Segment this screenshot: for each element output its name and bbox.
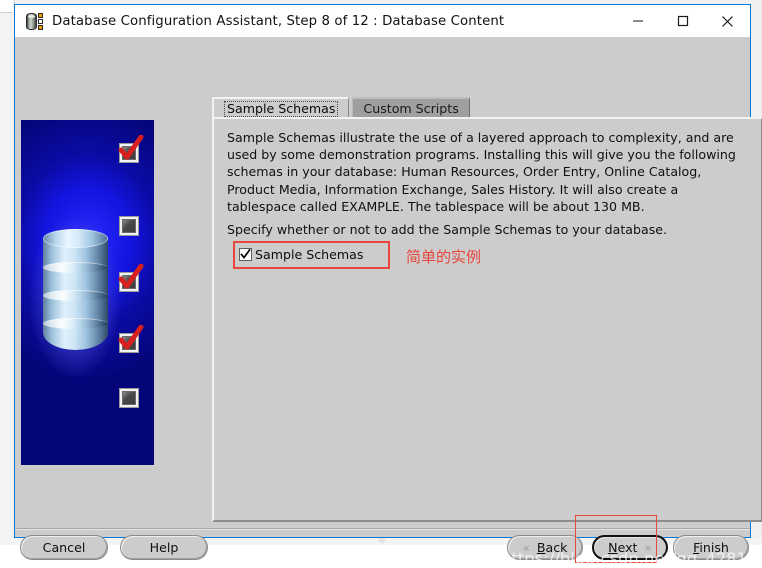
- database-cylinder-graphic: [43, 229, 108, 357]
- chevron-right-icon: »: [644, 540, 652, 555]
- database-icon: [26, 12, 43, 30]
- illustration-check-2: [119, 216, 139, 236]
- description-text: Sample Schemas illustrate the use of a l…: [227, 130, 736, 214]
- title-bar: Database Configuration Assistant, Step 8…: [15, 5, 750, 37]
- specify-text: Specify whether or not to add the Sample…: [227, 222, 668, 237]
- illustration-check-5: [119, 388, 139, 408]
- minimize-icon[interactable]: [615, 5, 660, 37]
- footer-separator: [15, 528, 750, 530]
- tab-custom-scripts[interactable]: Custom Scripts: [352, 97, 470, 118]
- desktop-strip-left: [0, 0, 15, 545]
- next-button[interactable]: Next »: [592, 535, 668, 560]
- illustration-check-3: [118, 264, 144, 292]
- window-title: Database Configuration Assistant, Step 8…: [52, 13, 505, 29]
- tab-sample-schemas[interactable]: Sample Schemas: [212, 97, 350, 118]
- checkbox-check-icon: [239, 248, 252, 261]
- finish-button[interactable]: Finish: [673, 535, 749, 560]
- wizard-illustration: [21, 120, 154, 465]
- back-button-label: Back: [536, 540, 568, 555]
- sample-schemas-checkbox[interactable]: Sample Schemas: [239, 247, 363, 262]
- illustration-check-1: [118, 135, 144, 163]
- help-button-label: Help: [149, 540, 179, 555]
- finish-button-label: Finish: [693, 540, 729, 555]
- chevron-left-icon: «: [522, 540, 530, 555]
- tab-panel-sample-schemas: Sample Schemas illustrate the use of a l…: [212, 117, 762, 522]
- close-icon[interactable]: [705, 5, 750, 37]
- client-area: Sample Schemas Custom Scripts Sample Sch…: [15, 37, 762, 568]
- annotation-note-chinese: 简单的实例: [406, 248, 482, 266]
- dbca-window: Database Configuration Assistant, Step 8…: [14, 4, 762, 568]
- next-button-label: Next: [608, 540, 638, 555]
- illustration-check-4: [118, 325, 144, 353]
- tab-sample-schemas-label: Sample Schemas: [224, 100, 339, 117]
- maximize-icon[interactable]: [660, 5, 705, 37]
- desktop-corner: [0, 0, 13, 13]
- help-button[interactable]: Help: [120, 535, 208, 560]
- window-controls: [615, 5, 750, 37]
- tab-strip: Sample Schemas Custom Scripts: [212, 97, 470, 118]
- cancel-button-label: Cancel: [42, 540, 86, 555]
- cancel-button[interactable]: Cancel: [20, 535, 108, 560]
- tab-custom-scripts-label: Custom Scripts: [363, 101, 459, 116]
- back-button[interactable]: « Back: [507, 535, 583, 560]
- checkbox-label: Sample Schemas: [255, 247, 364, 262]
